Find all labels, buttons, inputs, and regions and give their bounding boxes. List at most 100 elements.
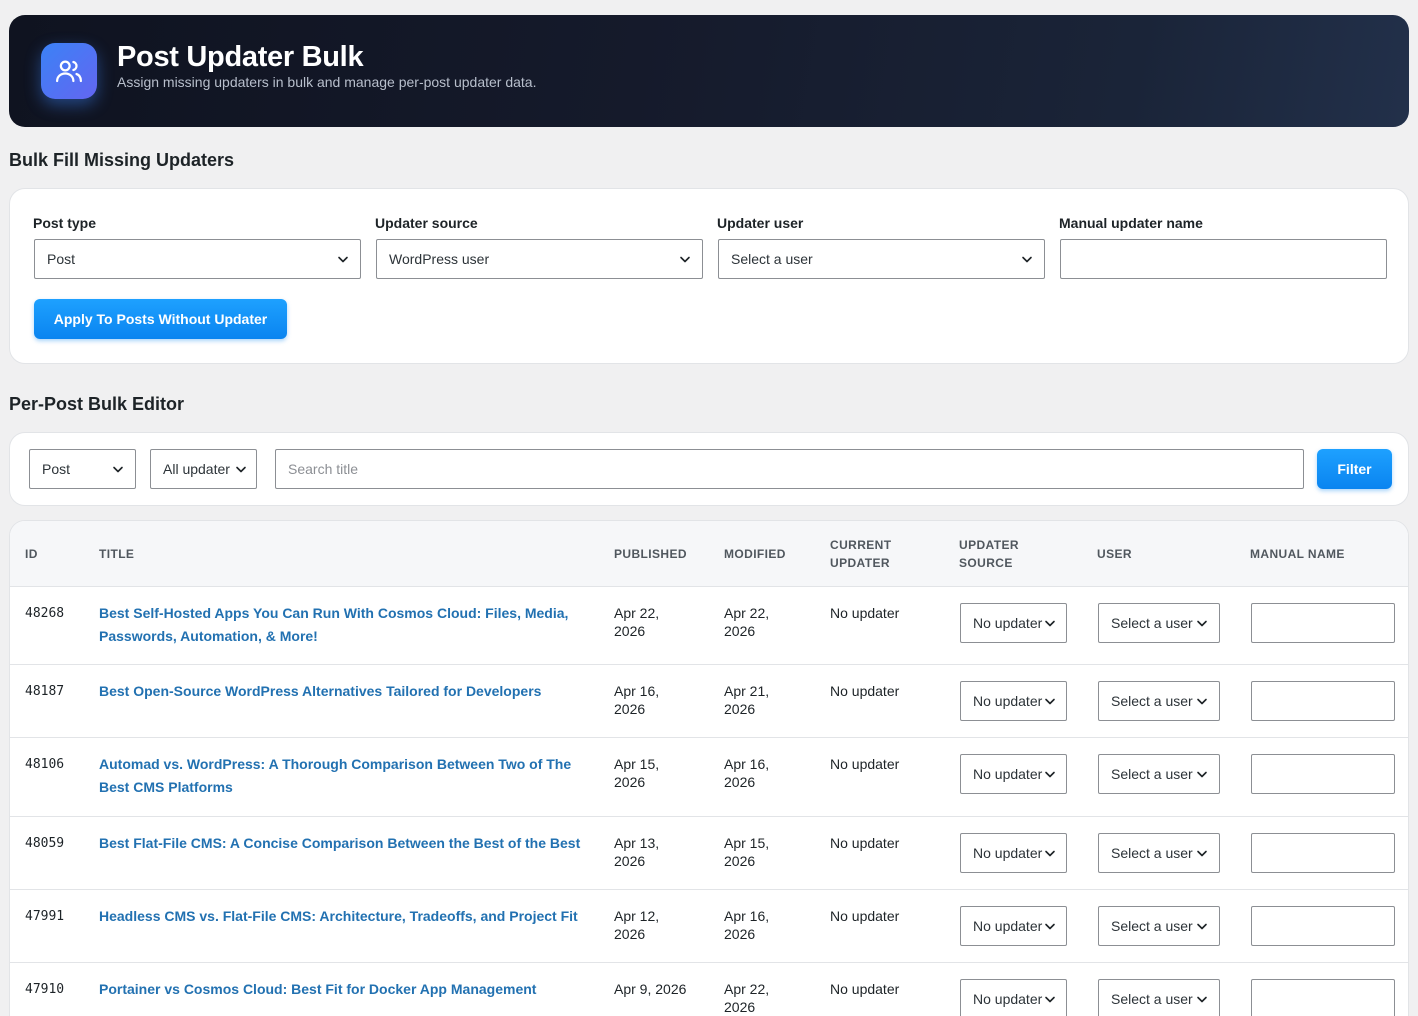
row-published-line2: 2026 xyxy=(614,701,646,717)
filter-button[interactable]: Filter xyxy=(1317,449,1392,489)
row-title-link[interactable]: Headless CMS vs. Flat-File CMS: Architec… xyxy=(99,905,589,928)
row-manual-name-input[interactable] xyxy=(1251,906,1395,946)
row-source-select[interactable]: No updater xyxy=(960,603,1067,643)
row-manual-name-input[interactable] xyxy=(1251,603,1395,643)
chevron-down-icon xyxy=(236,466,246,473)
manual-name-label: Manual updater name xyxy=(1059,215,1203,231)
row-modified-line1: Apr 21, xyxy=(724,683,770,699)
row-title-link[interactable]: Portainer vs Cosmos Cloud: Best Fit for … xyxy=(99,978,589,1001)
row-modified-line2: 2026 xyxy=(724,623,756,639)
page-header: Post Updater Bulk Assign missing updater… xyxy=(9,15,1409,127)
row-source-value: No updater xyxy=(973,845,1043,861)
row-user-select[interactable]: Select a user xyxy=(1098,681,1220,721)
updater-source-select[interactable]: WordPress user xyxy=(376,239,703,279)
row-title-link[interactable]: Best Self-Hosted Apps You Can Run With C… xyxy=(99,602,589,648)
row-id: 48187 xyxy=(25,684,65,699)
row-source-select[interactable]: No updater xyxy=(960,754,1067,794)
row-source-value: No updater xyxy=(973,991,1043,1007)
row-source-select[interactable]: No updater xyxy=(960,681,1067,721)
row-modified-line1: Apr 15, xyxy=(724,835,770,851)
row-id: 48268 xyxy=(25,606,65,621)
chevron-down-icon xyxy=(113,466,123,473)
row-title-link[interactable]: Automad vs. WordPress: A Thorough Compar… xyxy=(99,753,589,799)
updater-user-value: Select a user xyxy=(731,251,813,267)
col-manual-name: MANUAL NAME xyxy=(1250,547,1345,561)
row-published-line1: Apr 22, xyxy=(614,605,660,621)
row-id: 47910 xyxy=(25,982,65,997)
row-modified-line2: 2026 xyxy=(724,701,756,717)
row-user-select[interactable]: Select a user xyxy=(1098,979,1220,1016)
bulk-fill-title: Bulk Fill Missing Updaters xyxy=(9,150,235,170)
updater-source-label: Updater source xyxy=(375,215,478,231)
row-source-select[interactable]: No updater xyxy=(960,979,1067,1016)
updater-user-label: Updater user xyxy=(717,215,804,231)
page-title: Post Updater Bulk xyxy=(117,41,364,73)
row-user-select[interactable]: Select a user xyxy=(1098,833,1220,873)
row-modified: Apr 22, 2026 xyxy=(724,604,769,640)
row-current-updater: No updater xyxy=(830,683,900,699)
row-manual-name-input[interactable] xyxy=(1251,833,1395,873)
row-id: 48106 xyxy=(25,757,65,772)
table-row: 47991 Headless CMS vs. Flat-File CMS: Ar… xyxy=(10,890,1408,963)
row-manual-name-input[interactable] xyxy=(1251,979,1395,1016)
row-published: Apr 9, 2026 xyxy=(614,980,686,998)
chevron-down-icon xyxy=(1045,620,1055,627)
row-user-select[interactable]: Select a user xyxy=(1098,754,1220,794)
chevron-down-icon xyxy=(338,256,348,263)
row-title-link[interactable]: Best Open-Source WordPress Alternatives … xyxy=(99,680,589,703)
filter-post-type-select[interactable]: Post xyxy=(29,449,136,489)
table-row: 48268 Best Self-Hosted Apps You Can Run … xyxy=(10,587,1408,665)
manual-name-input[interactable] xyxy=(1060,239,1387,279)
row-user-value: Select a user xyxy=(1111,918,1193,934)
row-manual-name-input[interactable] xyxy=(1251,681,1395,721)
chevron-down-icon xyxy=(1045,996,1055,1003)
row-modified: Apr 22, 2026 xyxy=(724,980,769,1016)
chevron-down-icon xyxy=(1045,923,1055,930)
row-modified-line1: Apr 22, xyxy=(724,605,770,621)
row-published-line1: Apr 13, xyxy=(614,835,660,851)
chevron-down-icon xyxy=(1197,996,1207,1003)
col-current-updater-line1: CURRENT xyxy=(830,538,892,552)
row-published-line1: Apr 16, xyxy=(614,683,660,699)
col-updater-source-line1: UPDATER xyxy=(959,538,1019,552)
row-modified: Apr 15, 2026 xyxy=(724,834,769,870)
table-row: 48059 Best Flat-File CMS: A Concise Comp… xyxy=(10,817,1408,890)
filter-post-type-value: Post xyxy=(42,461,71,477)
chevron-down-icon xyxy=(1045,698,1055,705)
row-source-value: No updater xyxy=(973,693,1043,709)
row-modified-line1: Apr 16, xyxy=(724,908,770,924)
col-current-updater: CURRENT UPDATER xyxy=(830,536,891,572)
row-modified-line2: 2026 xyxy=(724,999,756,1015)
table-row: 47910 Portainer vs Cosmos Cloud: Best Fi… xyxy=(10,963,1408,1016)
row-manual-name-input[interactable] xyxy=(1251,754,1395,794)
col-published: PUBLISHED xyxy=(614,547,687,561)
row-modified-line2: 2026 xyxy=(724,926,756,942)
row-user-select[interactable]: Select a user xyxy=(1098,603,1220,643)
row-source-value: No updater xyxy=(973,918,1043,934)
apply-button[interactable]: Apply To Posts Without Updater xyxy=(34,299,287,339)
filter-updater-select[interactable]: All updater xyxy=(150,449,257,489)
row-source-select[interactable]: No updater xyxy=(960,833,1067,873)
row-published: Apr 12, 2026 xyxy=(614,907,659,943)
row-published: Apr 22, 2026 xyxy=(614,604,659,640)
row-source-select[interactable]: No updater xyxy=(960,906,1067,946)
col-user: USER xyxy=(1097,547,1132,561)
filter-updater-value: All updater xyxy=(163,461,230,477)
row-title-link[interactable]: Best Flat-File CMS: A Concise Comparison… xyxy=(99,832,589,855)
row-published: Apr 15, 2026 xyxy=(614,755,659,791)
row-published-line1: Apr 9, 2026 xyxy=(614,981,687,997)
col-updater-source: UPDATER SOURCE xyxy=(959,536,1019,572)
chevron-down-icon xyxy=(1045,771,1055,778)
chevron-down-icon xyxy=(1045,850,1055,857)
table-row: 48106 Automad vs. WordPress: A Thorough … xyxy=(10,738,1408,817)
posts-table: ID TITLE PUBLISHED MODIFIED CURRENT UPDA… xyxy=(9,520,1409,1016)
post-type-select[interactable]: Post xyxy=(34,239,361,279)
row-published: Apr 13, 2026 xyxy=(614,834,659,870)
chevron-down-icon xyxy=(1022,256,1032,263)
row-published-line2: 2026 xyxy=(614,926,646,942)
updater-user-select[interactable]: Select a user xyxy=(718,239,1045,279)
row-user-select[interactable]: Select a user xyxy=(1098,906,1220,946)
search-title-input[interactable]: Search title xyxy=(275,449,1304,489)
row-published-line2: 2026 xyxy=(614,774,646,790)
row-user-value: Select a user xyxy=(1111,766,1193,782)
